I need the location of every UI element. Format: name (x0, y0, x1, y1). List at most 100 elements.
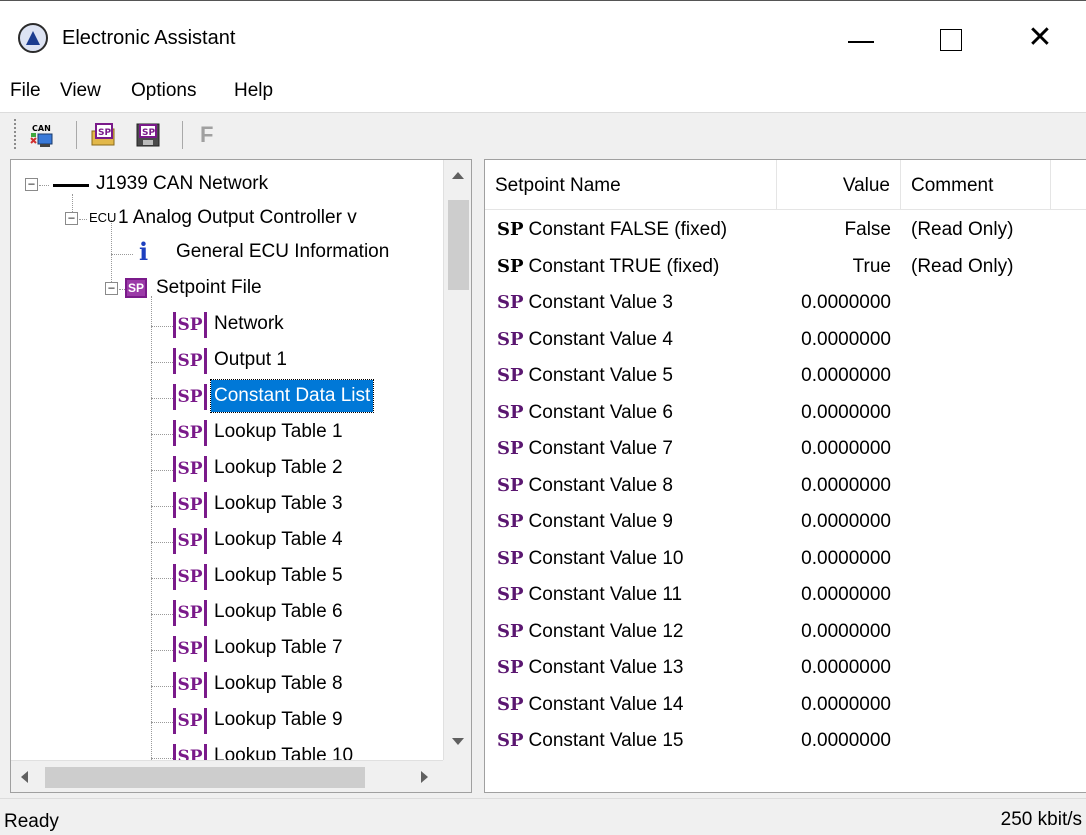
tree-item-setpoint-file[interactable]: − SP Setpoint File (11, 272, 441, 306)
tree-connector (151, 542, 173, 543)
tree-item-lookup-table-2[interactable]: SP Lookup Table 2 (11, 452, 441, 486)
tree-connector (39, 185, 49, 186)
setpoint-name-cell: SP Constant Value 11 (497, 577, 682, 613)
toolbar-separator (76, 121, 77, 149)
collapse-icon[interactable]: − (65, 212, 78, 225)
table-row[interactable]: SP Constant Value 13 0.0000000 (485, 650, 1086, 686)
open-sp-text: SP (98, 128, 111, 138)
table-row[interactable]: SP Constant Value 8 0.0000000 (485, 468, 1086, 504)
tree-item-lookup-table-6[interactable]: SP Lookup Table 6 (11, 596, 441, 630)
setpoint-name: Constant Value 3 (528, 292, 673, 313)
flash-button[interactable]: F (200, 122, 213, 148)
open-setpoint-icon[interactable]: SP (90, 121, 116, 147)
tree-item-constant-data-list[interactable]: SP Constant Data List (11, 379, 441, 414)
pane-splitter[interactable] (472, 159, 482, 793)
table-row[interactable]: SP Constant Value 9 0.0000000 (485, 504, 1086, 540)
tree-vertical-scrollbar[interactable] (443, 160, 471, 760)
toolbar: CAN SP SP F (0, 112, 1086, 157)
maximize-button[interactable] (930, 19, 970, 59)
tree-label: Lookup Table 4 (214, 529, 343, 550)
setpoint-name: Constant Value 9 (528, 511, 673, 532)
tree-label-ecu: 1 Analog Output Controller v (118, 207, 357, 228)
tree-item-general-info[interactable]: i General ECU Information (11, 236, 441, 270)
setpoint-name: Constant Value 15 (528, 730, 684, 751)
tree-item-can-network[interactable]: − J1939 CAN Network (11, 168, 441, 202)
setpoint-value: 0.0000000 (801, 474, 891, 496)
setpoint-name: Constant Value 10 (528, 547, 684, 569)
table-row[interactable]: SP Constant Value 7 0.0000000 (485, 431, 1086, 467)
setpoint-name: Constant Value 8 (528, 474, 673, 496)
tree-item-lookup-table-7[interactable]: SP Lookup Table 7 (11, 632, 441, 666)
tree-item-lookup-table-5[interactable]: SP Lookup Table 5 (11, 560, 441, 594)
network-line-icon (53, 184, 89, 187)
sp-icon: SP (497, 474, 524, 496)
baud-rate-text: 250 kbit/s (1000, 809, 1082, 830)
tree-item-lookup-table-9[interactable]: SP Lookup Table 9 (11, 704, 441, 738)
menu-view[interactable]: View (60, 80, 101, 102)
tree-label: Lookup Table 9 (214, 709, 343, 730)
tree-item-output-1[interactable]: SP Output 1 (11, 344, 441, 378)
tree-item-lookup-table-1[interactable]: SP Lookup Table 1 (11, 416, 441, 450)
setpoint-name-cell: SP Constant Value 5 (497, 358, 673, 394)
scroll-down-icon[interactable] (452, 738, 464, 745)
setpoint-name: Constant Value 12 (528, 620, 684, 642)
setpoint-value: 0.0000000 (801, 328, 891, 350)
window-title: Electronic Assistant (62, 27, 236, 49)
collapse-icon[interactable]: − (25, 178, 38, 191)
table-row[interactable]: SP Constant TRUE (fixed) True (Read Only) (485, 249, 1086, 285)
setpoint-name-cell: SP Constant Value 4 (497, 322, 673, 358)
table-row[interactable]: SP Constant Value 4 0.0000000 (485, 322, 1086, 358)
table-row[interactable]: SP Constant Value 14 0.0000000 (485, 687, 1086, 723)
menu-help[interactable]: Help (234, 80, 273, 102)
title-bar: Electronic Assistant ✕ (0, 0, 1086, 70)
setpoint-name: Constant FALSE (fixed) (528, 219, 728, 240)
tree-item-ecu[interactable]: − ECU 1 Analog Output Controller v (11, 202, 441, 236)
table-row[interactable]: SP Constant Value 12 0.0000000 (485, 614, 1086, 650)
table-row[interactable]: SP Constant Value 11 0.0000000 (485, 577, 1086, 613)
table-row[interactable]: SP Constant Value 3 0.0000000 (485, 285, 1086, 321)
toolbar-grip[interactable] (14, 119, 18, 149)
can-connect-icon[interactable]: CAN (28, 121, 54, 147)
table-row[interactable]: SP Constant Value 5 0.0000000 (485, 358, 1086, 394)
column-header-value[interactable]: Value (777, 160, 901, 210)
save-sp-text: SP (142, 128, 155, 138)
tree-label: Lookup Table 1 (214, 421, 343, 442)
table-row[interactable]: SP Constant Value 6 0.0000000 (485, 395, 1086, 431)
setpoint-list[interactable]: Setpoint Name Value Comment SP Constant F… (484, 159, 1086, 793)
menu-options[interactable]: Options (131, 80, 196, 102)
tree-item-lookup-table-8[interactable]: SP Lookup Table 8 (11, 668, 441, 702)
tree-item-lookup-table-4[interactable]: SP Lookup Table 4 (11, 524, 441, 558)
setpoint-name: Constant Value 5 (528, 365, 673, 386)
scroll-up-icon[interactable] (452, 172, 464, 179)
scroll-right-icon[interactable] (421, 771, 428, 783)
column-header-comment[interactable]: Comment (901, 160, 1051, 210)
save-setpoint-icon[interactable]: SP (134, 121, 160, 147)
table-row[interactable]: SP Constant Value 15 0.0000000 (485, 723, 1086, 759)
tree-connector (79, 219, 87, 220)
sp-icon: SP (497, 255, 524, 277)
table-row[interactable]: SP Constant Value 10 0.0000000 (485, 541, 1086, 577)
close-button[interactable]: ✕ (1020, 19, 1060, 59)
tree-horizontal-scrollbar[interactable] (11, 760, 443, 792)
scroll-corner (443, 760, 471, 792)
tree-label: Output 1 (214, 349, 287, 370)
sp-icon: SP (173, 528, 207, 554)
setpoint-value: True (852, 255, 891, 277)
column-header-setpoint-name[interactable]: Setpoint Name (485, 160, 777, 210)
sp-icon: SP (497, 365, 524, 386)
scroll-thumb[interactable] (448, 200, 469, 290)
tree-view[interactable]: − J1939 CAN Network − ECU 1 Analog Outpu… (10, 159, 472, 793)
tree-connector (151, 470, 173, 471)
scroll-thumb[interactable] (45, 767, 365, 788)
menu-file[interactable]: File (10, 80, 41, 102)
table-row[interactable]: SP Constant FALSE (fixed) False (Read Only) (485, 212, 1086, 248)
tree-connector (151, 434, 173, 435)
collapse-icon[interactable]: − (105, 282, 118, 295)
setpoint-name-cell: SP Constant Value 6 (497, 395, 673, 431)
scroll-left-icon[interactable] (21, 771, 28, 783)
tree-item-network[interactable]: SP Network (11, 308, 441, 342)
info-icon: i (139, 237, 149, 266)
tree-label: Lookup Table 5 (214, 565, 343, 586)
minimize-button[interactable] (842, 19, 882, 59)
tree-item-lookup-table-3[interactable]: SP Lookup Table 3 (11, 488, 441, 522)
